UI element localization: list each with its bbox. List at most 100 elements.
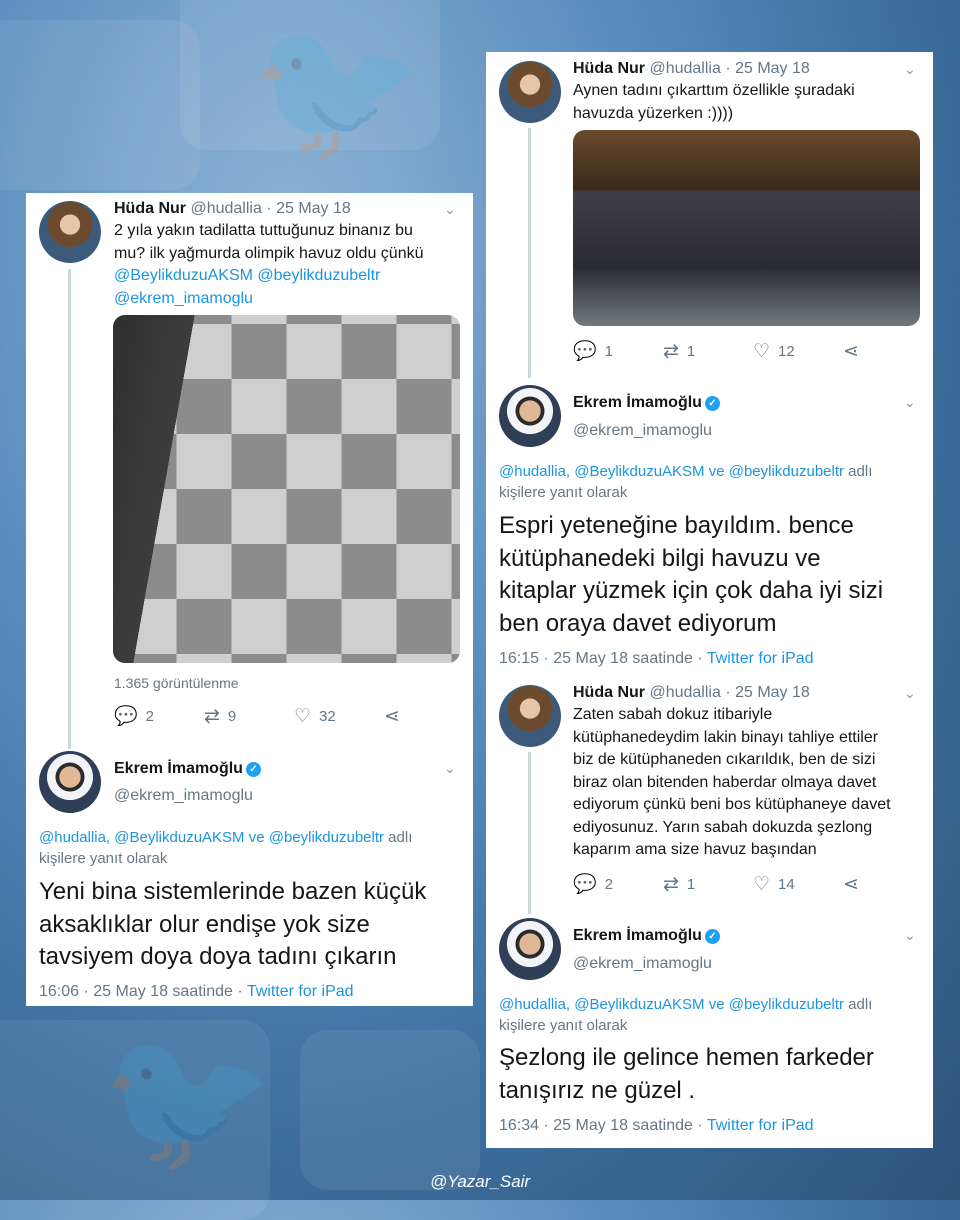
tweet-timestamp[interactable]: 16:06 · 25 May 18 saatinde · Twitter for… [39, 983, 354, 1001]
share-icon: ⋖ [843, 340, 859, 362]
chevron-down-icon[interactable]: ⌄ [444, 760, 456, 777]
mention-link[interactable]: @hudallia, @BeylikduzuAKSM ve @beylikduz… [499, 463, 844, 480]
avatar[interactable] [39, 751, 101, 813]
thread-line [528, 752, 531, 914]
tweet-text-line: biz de kütüphaneden cıkarıldık, ben de s… [573, 751, 876, 768]
tweet-text: Espri yeteneğine bayıldım. bence kütüpha… [499, 510, 924, 640]
reply-button[interactable]: 💬 2 [573, 872, 663, 896]
tweet-text-line: ediyosunuz. Yarın sabah dokuzda şezlong [573, 818, 873, 836]
share-button[interactable]: ⋖ [843, 339, 867, 363]
verified-badge-icon: ✓ [245, 762, 261, 777]
reply-count: 2 [604, 875, 614, 893]
avatar[interactable] [499, 61, 561, 123]
tweet-text: Yeni bina sistemlerinde bazen küçük aksa… [39, 876, 464, 974]
twitter-bird-icon: 🐦 [100, 1021, 275, 1178]
thread-line [68, 269, 71, 749]
tweet-text-line: kütüphanedeki bilgi havuzu ve [499, 544, 821, 572]
replying-to: @hudallia, @BeylikduzuAKSM ve @beylikduz… [39, 827, 459, 869]
tweet-video[interactable] [573, 130, 920, 326]
reply-button[interactable]: 💬 1 [573, 339, 663, 363]
tweet-text-line: biraz olan bitenden haberdar olmaya dave… [573, 773, 877, 791]
share-icon: ⋖ [384, 705, 400, 727]
background-tile [0, 20, 200, 190]
author-name[interactable]: Hüda Nur @hudallia · 25 May 18 [573, 684, 810, 702]
tweet-timestamp[interactable]: 16:34 · 25 May 18 saatinde · Twitter for… [499, 1117, 814, 1135]
replying-suffix: adlı [844, 996, 873, 1013]
tweet-date[interactable]: · 25 May 18 [266, 200, 350, 217]
tweet-date[interactable]: · 25 May 18 [725, 684, 809, 701]
author-name-text: Ekrem İmamoğlu [573, 394, 702, 411]
retweet-icon: ⇄ [663, 873, 679, 895]
author-handle[interactable]: @ekrem_imamoglu [573, 955, 712, 973]
tweet-text-line: aksaklıklar olur endişe yok size [39, 910, 370, 938]
author-handle[interactable]: @ekrem_imamoglu [573, 422, 712, 440]
like-button[interactable]: ♡ 14 [753, 872, 843, 896]
retweet-button[interactable]: ⇄ 1 [663, 872, 753, 896]
author-name-text: Hüda Nur [573, 60, 645, 77]
source-link[interactable]: Twitter for iPad [707, 650, 814, 667]
retweet-button[interactable]: ⇄ 9 [204, 704, 294, 728]
tweet-text-line: tanışırız ne güzel . [499, 1076, 696, 1104]
tweet-actions: 💬 1 ⇄ 1 ♡ 12 ⋖ [573, 339, 867, 363]
tweet-text-line: Espri yeteneğine bayıldım. bence [499, 512, 854, 539]
tweet-timestamp[interactable]: 16:15 · 25 May 18 saatinde · Twitter for… [499, 650, 814, 668]
mention-link[interactable]: @ekrem_imamoglu [114, 288, 464, 311]
avatar[interactable] [499, 685, 561, 747]
chevron-down-icon[interactable]: ⌄ [904, 927, 916, 944]
author-handle[interactable]: @hudallia [190, 200, 261, 217]
mention-link[interactable]: @BeylikduzuAKSM @beylikduzubeltr [114, 265, 464, 288]
author-name[interactable]: Hüda Nur @hudallia · 25 May 18 [114, 200, 351, 218]
avatar[interactable] [499, 385, 561, 447]
retweet-button[interactable]: ⇄ 1 [663, 339, 753, 363]
reply-button[interactable]: 💬 2 [114, 704, 204, 728]
timestamp-text: 16:34 · 25 May 18 saatinde · [499, 1117, 707, 1134]
thread-line [528, 128, 531, 378]
share-button[interactable]: ⋖ [843, 872, 867, 896]
twitter-bird-icon: 🐦 [250, 11, 425, 168]
avatar[interactable] [39, 201, 101, 263]
tweet-text-line: kitaplar yüzmek için çok daha iyi sizi [499, 577, 884, 604]
tweet-text-line: kaparım ama size havuz başından [573, 841, 817, 858]
avatar[interactable] [499, 918, 561, 980]
reply-icon: 💬 [573, 341, 597, 362]
replying-to: @hudallia, @BeylikduzuAKSM ve @beylikduz… [499, 461, 924, 503]
source-link[interactable]: Twitter for iPad [707, 1117, 814, 1134]
tweet-video[interactable] [113, 315, 460, 663]
replying-label: kişilere yanıt olarak [39, 850, 168, 867]
author-handle[interactable]: @hudallia [649, 60, 720, 77]
like-button[interactable]: ♡ 12 [753, 339, 843, 363]
author-name[interactable]: Ekrem İmamoğlu ✓ [114, 760, 261, 778]
tweet-date[interactable]: · 25 May 18 [725, 60, 809, 77]
tweet-text: 2 yıla yakın tadilatta tuttuğunuz binanı… [114, 220, 464, 310]
chevron-down-icon[interactable]: ⌄ [444, 201, 456, 218]
retweet-count: 9 [227, 707, 237, 725]
tweet-text: Zaten sabah dokuz itibariyle kütüphanede… [573, 704, 923, 862]
watermark: @Yazar_Sair [430, 1172, 531, 1191]
author-name-text: Ekrem İmamoğlu [573, 927, 702, 944]
tweet-text: Aynen tadını çıkarttım özellikle şuradak… [573, 80, 923, 125]
reply-count: 1 [604, 342, 614, 360]
share-button[interactable]: ⋖ [384, 704, 408, 728]
tweet-text-line: mu? ilk yağmurda olimpik havuz oldu çünk… [114, 244, 424, 262]
author-name[interactable]: Ekrem İmamoğlu ✓ [573, 394, 720, 412]
author-name[interactable]: Ekrem İmamoğlu ✓ [573, 927, 720, 945]
view-count: 1.365 görüntülenme [114, 675, 239, 691]
retweet-count: 1 [686, 342, 696, 360]
author-name[interactable]: Hüda Nur @hudallia · 25 May 18 [573, 60, 810, 78]
author-handle[interactable]: @hudallia [649, 684, 720, 701]
chevron-down-icon[interactable]: ⌄ [904, 61, 916, 78]
tweet-actions: 💬 2 ⇄ 1 ♡ 14 ⋖ [573, 872, 867, 896]
author-handle[interactable]: @ekrem_imamoglu [114, 787, 253, 805]
like-count: 14 [778, 875, 795, 893]
like-button[interactable]: ♡ 32 [294, 704, 384, 728]
tweet-thread-card-left: Hüda Nur @hudallia · 25 May 18 ⌄ 2 yıla … [26, 193, 473, 1006]
tweet-text-line: tavsiyem doya doya tadını çıkarın [39, 943, 397, 970]
replying-suffix: adlı [384, 829, 413, 846]
tweet-text-line: havuzda yüzerken :)))) [573, 104, 734, 122]
chevron-down-icon[interactable]: ⌄ [904, 685, 916, 702]
chevron-down-icon[interactable]: ⌄ [904, 394, 916, 411]
mention-link[interactable]: @hudallia, @BeylikduzuAKSM ve @beylikduz… [39, 829, 384, 846]
mention-link[interactable]: @hudallia, @BeylikduzuAKSM ve @beylikduz… [499, 996, 844, 1013]
heart-icon: ♡ [753, 340, 771, 362]
source-link[interactable]: Twitter for iPad [247, 983, 354, 1000]
